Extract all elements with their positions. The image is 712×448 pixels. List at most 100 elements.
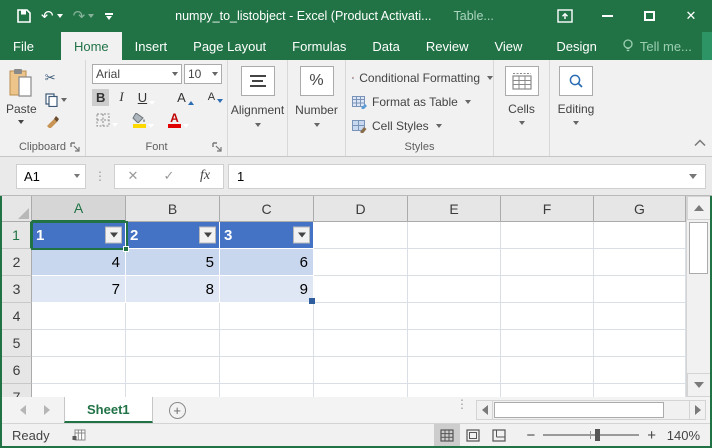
customize-qat-button[interactable] <box>101 13 117 20</box>
scroll-down-button[interactable] <box>687 373 710 397</box>
cell-g6[interactable] <box>594 357 686 384</box>
vertical-scrollbar[interactable] <box>686 196 710 397</box>
cell-e4[interactable] <box>408 303 501 330</box>
cell-d4[interactable] <box>314 303 408 330</box>
underline-button[interactable]: U <box>134 89 159 106</box>
sheet-tab-sheet1[interactable]: Sheet1 <box>64 397 153 423</box>
cell-a6[interactable] <box>32 357 126 384</box>
font-size-combo[interactable]: 10 <box>184 64 222 84</box>
editing-button[interactable] <box>559 66 593 96</box>
cell-f2[interactable] <box>501 249 594 276</box>
row-header-3[interactable]: 3 <box>2 276 32 303</box>
cell-d7[interactable] <box>314 384 408 397</box>
cell-f4[interactable] <box>501 303 594 330</box>
ribbon-display-options-button[interactable] <box>544 0 586 32</box>
enter-entry-button[interactable]: ✓ <box>151 168 187 184</box>
borders-button[interactable] <box>92 112 122 128</box>
scroll-up-button[interactable] <box>687 196 710 220</box>
cell-d5[interactable] <box>314 330 408 357</box>
zoom-percentage[interactable]: 140% <box>664 428 710 443</box>
page-layout-view-button[interactable] <box>460 424 486 446</box>
tab-review[interactable]: Review <box>413 32 482 60</box>
cell-styles-button[interactable]: Cell Styles <box>352 114 493 138</box>
formula-input[interactable]: 1 <box>228 164 706 189</box>
horizontal-scroll-thumb[interactable] <box>494 402 664 418</box>
cell-g2[interactable] <box>594 249 686 276</box>
cell-c2[interactable]: 6 <box>220 249 314 276</box>
cell-d3[interactable] <box>314 276 408 303</box>
cell-c1[interactable]: 3 <box>220 222 314 249</box>
undo-button[interactable]: ↶ <box>38 7 66 25</box>
cell-d1[interactable] <box>314 222 408 249</box>
bold-button[interactable]: B <box>92 89 109 106</box>
font-dialog-launcher[interactable] <box>212 142 223 153</box>
cell-e2[interactable] <box>408 249 501 276</box>
cut-button[interactable]: ✂ <box>45 70 67 86</box>
row-header-4[interactable]: 4 <box>2 303 32 330</box>
save-button[interactable] <box>14 9 34 23</box>
cell-d2[interactable] <box>314 249 408 276</box>
cell-b6[interactable] <box>126 357 220 384</box>
horizontal-scroll-track[interactable] <box>493 400 689 420</box>
cell-c5[interactable] <box>220 330 314 357</box>
tab-data[interactable]: Data <box>359 32 412 60</box>
expand-formula-bar-arrow[interactable] <box>689 174 697 179</box>
collapse-ribbon-button[interactable] <box>694 134 706 152</box>
normal-view-button[interactable] <box>434 424 460 446</box>
cell-a5[interactable] <box>32 330 126 357</box>
maximize-button[interactable] <box>628 0 670 32</box>
insert-function-button[interactable]: fx <box>187 168 223 184</box>
cell-a3[interactable]: 7 <box>32 276 126 303</box>
format-painter-button[interactable] <box>45 114 67 128</box>
column-header-b[interactable]: B <box>126 196 220 222</box>
tab-file[interactable]: File <box>0 32 47 60</box>
cell-a1[interactable]: 1 <box>32 222 126 249</box>
scroll-right-button[interactable] <box>689 400 706 420</box>
cell-a7[interactable] <box>32 384 126 397</box>
cell-a4[interactable] <box>32 303 126 330</box>
column-header-d[interactable]: D <box>314 196 408 222</box>
column-header-c[interactable]: C <box>220 196 314 222</box>
cell-d6[interactable] <box>314 357 408 384</box>
number-dropdown-arrow[interactable] <box>314 123 320 127</box>
alignment-dropdown-arrow[interactable] <box>255 123 261 127</box>
zoom-slider-handle[interactable] <box>595 429 600 441</box>
filter-button-c1[interactable] <box>293 227 310 244</box>
column-header-a[interactable]: A <box>32 196 126 222</box>
row-header-1[interactable]: 1 <box>2 222 32 249</box>
font-color-dropdown-arrow[interactable] <box>183 124 189 128</box>
cell-b3[interactable]: 8 <box>126 276 220 303</box>
cell-e3[interactable] <box>408 276 501 303</box>
borders-dropdown-arrow[interactable] <box>112 123 118 127</box>
tell-me-box[interactable]: Tell me... <box>612 32 702 60</box>
row-header-7[interactable]: 7 <box>2 384 32 397</box>
tab-design[interactable]: Design <box>543 32 609 60</box>
tab-formulas[interactable]: Formulas <box>279 32 359 60</box>
cell-e1[interactable] <box>408 222 501 249</box>
redo-button[interactable]: ↷ <box>70 7 98 25</box>
cell-f3[interactable] <box>501 276 594 303</box>
cell-g1[interactable] <box>594 222 686 249</box>
name-box-dropdown-arrow[interactable] <box>74 174 80 178</box>
sheet-bar-splitter[interactable]: ⋮ <box>456 397 468 423</box>
zoom-in-button[interactable]: + <box>647 427 656 444</box>
undo-dropdown-arrow[interactable] <box>57 14 63 18</box>
cell-c7[interactable] <box>220 384 314 397</box>
cell-b2[interactable]: 5 <box>126 249 220 276</box>
decrease-font-button[interactable]: A <box>204 90 227 104</box>
zoom-out-button[interactable]: − <box>526 427 535 444</box>
alignment-button[interactable] <box>241 66 275 96</box>
number-format-button[interactable]: % <box>300 66 334 96</box>
cell-g7[interactable] <box>594 384 686 397</box>
horizontal-scrollbar[interactable] <box>476 400 706 420</box>
format-as-table-button[interactable]: Format as Table <box>352 90 493 114</box>
scroll-left-button[interactable] <box>476 400 493 420</box>
cell-c3[interactable]: 9 <box>220 276 314 303</box>
cell-f6[interactable] <box>501 357 594 384</box>
cells-dropdown-arrow[interactable] <box>519 121 525 125</box>
row-header-5[interactable]: 5 <box>2 330 32 357</box>
cell-g4[interactable] <box>594 303 686 330</box>
tab-insert[interactable]: Insert <box>122 32 181 60</box>
cell-c4[interactable] <box>220 303 314 330</box>
minimize-button[interactable] <box>586 0 628 32</box>
